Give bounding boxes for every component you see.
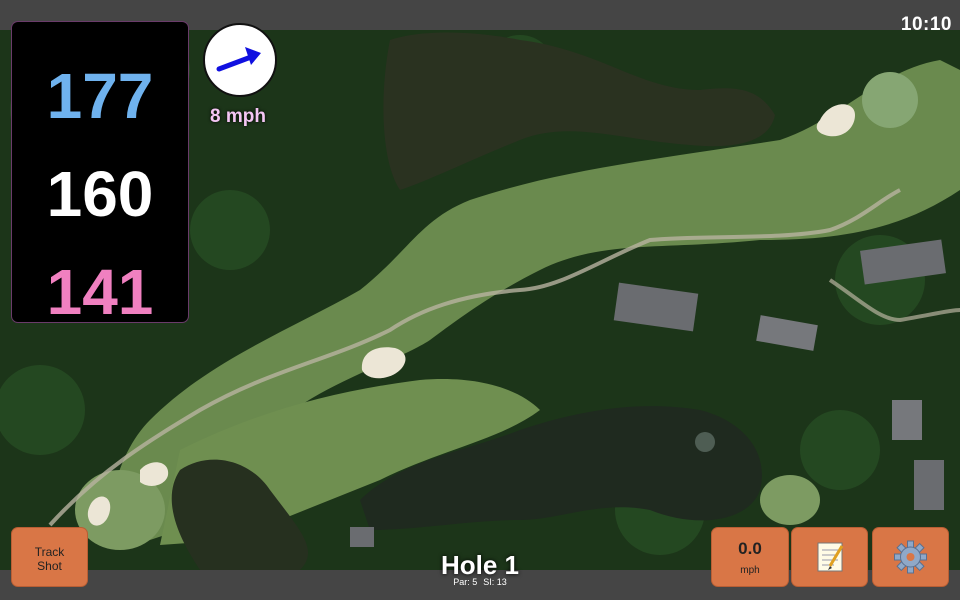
gear-icon — [894, 540, 927, 574]
track-shot-button[interactable]: Track Shot — [12, 528, 87, 586]
speed-value: 0.0 — [738, 539, 762, 558]
track-shot-label-1: Track — [34, 545, 65, 559]
swing-speed-button[interactable]: 0.0 mph — [712, 528, 788, 586]
distance-panel: 177 160 141 — [12, 22, 188, 328]
wind-speed: 8 mph — [210, 106, 266, 127]
track-shot-label-2: Shot — [37, 559, 62, 573]
par-text: Par: 5 — [453, 577, 478, 587]
notepad-icon — [817, 542, 844, 572]
si-text: SI: 13 — [483, 577, 507, 587]
back-distance: 177 — [46, 60, 154, 132]
arrow-icon — [216, 47, 261, 72]
wind-indicator — [203, 23, 277, 97]
front-distance: 141 — [46, 256, 154, 328]
settings-button[interactable] — [873, 528, 948, 586]
hole-info: Par: 5 SI: 13 — [380, 577, 580, 587]
speed-unit: mph — [740, 565, 760, 576]
notes-button[interactable] — [792, 528, 867, 586]
middle-distance: 160 — [46, 158, 154, 230]
